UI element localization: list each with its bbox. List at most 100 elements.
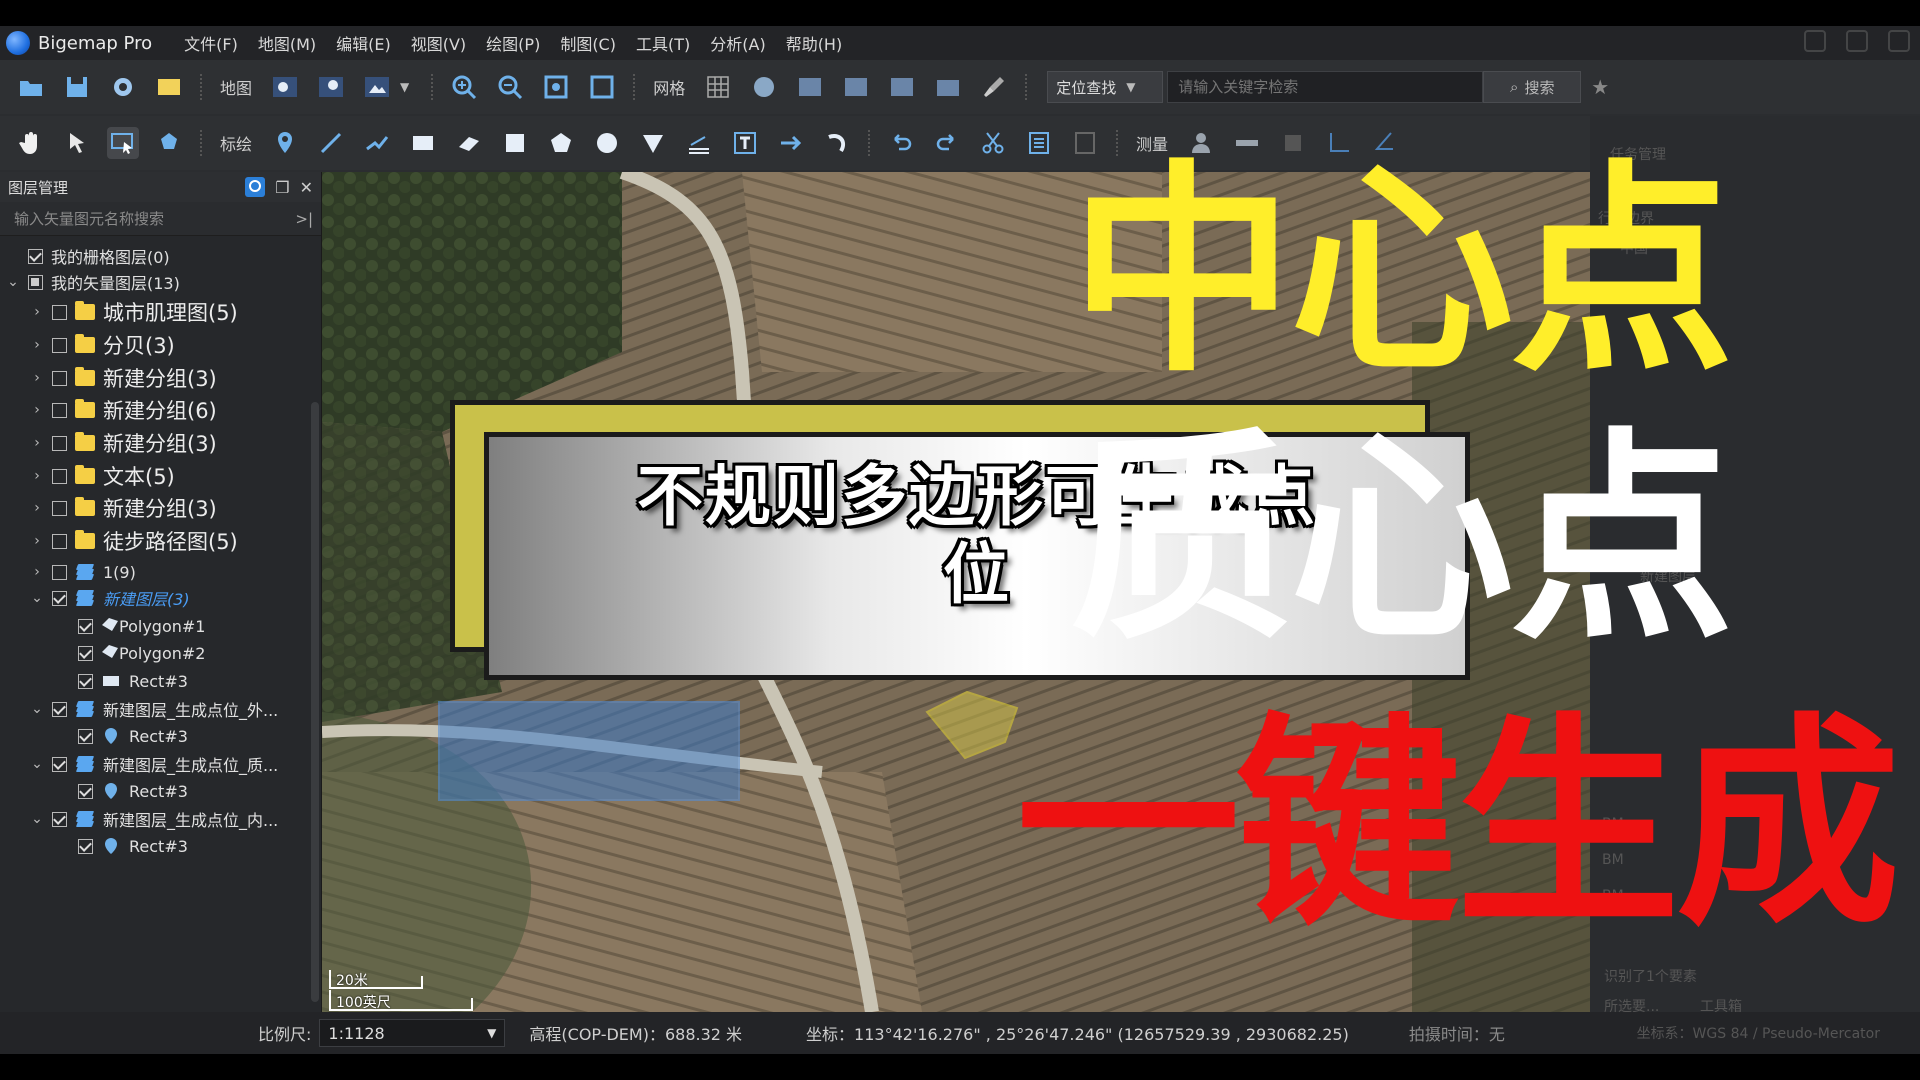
menu-draw[interactable]: 绘图(P): [476, 31, 550, 55]
layer-visibility-checkbox[interactable]: [52, 370, 67, 386]
draw-line-button[interactable]: [315, 127, 347, 159]
layer-tree-row[interactable]: › 新建分组(3): [30, 429, 217, 457]
draw-rect-button[interactable]: [407, 127, 439, 159]
cut-button[interactable]: [977, 127, 1009, 159]
layer-tree-row[interactable]: ⌄ 新建图层(3): [30, 584, 190, 612]
favorite-star-icon[interactable]: ★: [1591, 75, 1609, 99]
polygon-select-button[interactable]: [153, 127, 185, 159]
tile-button[interactable]: [932, 71, 964, 103]
layer-tree-row[interactable]: › 新建分组(6): [30, 396, 217, 424]
layer-tree-row[interactable]: ⌄ 新建图层_生成点位_外...: [30, 695, 278, 723]
chevron-right-icon[interactable]: ›: [30, 370, 44, 386]
draw-curve-button[interactable]: [821, 127, 853, 159]
menu-cartography[interactable]: 制图(C): [550, 31, 626, 55]
menu-edit[interactable]: 编辑(E): [326, 31, 401, 55]
minimize-button[interactable]: [1804, 30, 1826, 52]
layer-tree-row[interactable]: › 徒步路径图(5): [30, 527, 238, 555]
draw-arrow-button[interactable]: [453, 127, 485, 159]
layer-visibility-checkbox[interactable]: [52, 533, 67, 549]
close-button[interactable]: [1888, 30, 1910, 52]
chevron-down-icon[interactable]: ▼: [400, 80, 409, 94]
chevron-down-icon[interactable]: ⌄: [6, 274, 20, 290]
clear-button[interactable]: [978, 71, 1010, 103]
layer-tree-row[interactable]: Rect#3: [70, 832, 188, 860]
chevron-down-icon[interactable]: ⌄: [30, 590, 44, 606]
mgrs-grid-button[interactable]: [886, 71, 918, 103]
layer-visibility-checkbox[interactable]: [28, 248, 43, 264]
layer-visibility-checkbox[interactable]: [52, 304, 67, 320]
zoom-out-button[interactable]: [494, 71, 526, 103]
layer-tree-row[interactable]: Rect#3: [70, 722, 188, 750]
chevron-down-icon[interactable]: ⌄: [30, 701, 44, 717]
draw-measure-line-button[interactable]: [683, 127, 715, 159]
crs-readout[interactable]: 坐标系：WGS 84 / Pseudo-Mercator: [1637, 1023, 1880, 1043]
layer-visibility-checkbox[interactable]: [52, 811, 67, 827]
map-source-2-button[interactable]: [315, 71, 347, 103]
map-source-1-button[interactable]: [269, 71, 301, 103]
chevron-down-icon[interactable]: ⌄: [30, 811, 44, 827]
km-grid-button[interactable]: [794, 71, 826, 103]
menu-view[interactable]: 视图(V): [401, 31, 476, 55]
layer-visibility-checkbox[interactable]: [52, 590, 67, 606]
layer-tree-row[interactable]: › 文本(5): [30, 462, 175, 490]
layer-visibility-checkbox[interactable]: [52, 468, 67, 484]
menu-file[interactable]: 文件(F): [174, 31, 248, 55]
grid-button[interactable]: [702, 71, 734, 103]
layer-visibility-checkbox[interactable]: [52, 500, 67, 516]
layer-tree-row[interactable]: › 分贝(3): [30, 331, 175, 359]
settings-button[interactable]: [107, 71, 139, 103]
layer-tree-row[interactable]: › 新建分组(3): [30, 494, 217, 522]
draw-circle-button[interactable]: [591, 127, 623, 159]
layer-tree-row[interactable]: 我的栅格图层(0): [6, 242, 170, 270]
chevron-right-icon[interactable]: ›: [30, 500, 44, 516]
layer-tree-row[interactable]: ⌄ 我的矢量图层(13): [6, 268, 180, 296]
keyword-search-input[interactable]: [1167, 71, 1484, 103]
menu-analysis[interactable]: 分析(A): [700, 31, 775, 55]
map-source-3-button[interactable]: [361, 71, 393, 103]
draw-sector-button[interactable]: [637, 127, 669, 159]
layer-tree-row[interactable]: › 新建分组(3): [30, 364, 217, 392]
chevron-right-icon[interactable]: ›: [30, 468, 44, 484]
chevron-down-icon[interactable]: ⌄: [30, 756, 44, 772]
zoom-in-button[interactable]: [448, 71, 480, 103]
chevron-right-icon[interactable]: ›: [30, 402, 44, 418]
pan-button[interactable]: [15, 127, 47, 159]
layer-visibility-checkbox[interactable]: [52, 756, 67, 772]
close-icon[interactable]: ✕: [300, 178, 313, 197]
layer-visibility-checkbox[interactable]: [52, 435, 67, 451]
layer-visibility-checkbox[interactable]: [78, 618, 93, 634]
maximize-button[interactable]: [1846, 30, 1868, 52]
draw-point-button[interactable]: [269, 127, 301, 159]
layer-tree-row[interactable]: › 城市肌理图(5): [30, 298, 238, 326]
attribute-table-button[interactable]: [1023, 127, 1055, 159]
zoom-extent-button[interactable]: [540, 71, 572, 103]
layer-visibility-checkbox[interactable]: [52, 402, 67, 418]
open-folder-button[interactable]: [15, 71, 47, 103]
vector-search-box[interactable]: 输入矢量图元名称搜索 >|: [0, 202, 321, 236]
layer-tree-row[interactable]: Polygon#2: [70, 639, 205, 667]
layer-tree-scrollbar[interactable]: [311, 402, 319, 1002]
layer-tree-row[interactable]: Polygon#1: [70, 612, 205, 640]
locate-dropdown[interactable]: 定位查找 ▼: [1047, 71, 1164, 103]
collapse-arrow-icon[interactable]: >|: [295, 210, 313, 228]
layer-tree-row[interactable]: ⌄ 新建图层_生成点位_质...: [30, 750, 278, 778]
layer-visibility-checkbox[interactable]: [52, 337, 67, 353]
layer-tree-row[interactable]: Rect#3: [70, 667, 188, 695]
layer-search-icon[interactable]: [245, 177, 266, 197]
layer-visibility-checkbox[interactable]: [78, 645, 93, 661]
undo-button[interactable]: [885, 127, 917, 159]
draw-square-button[interactable]: [499, 127, 531, 159]
layer-tree-row[interactable]: Rect#3: [70, 777, 188, 805]
search-button[interactable]: ⌕ 搜索: [1483, 71, 1582, 103]
menu-map[interactable]: 地图(M): [248, 31, 326, 55]
layer-tree-row[interactable]: › 1(9): [30, 558, 136, 586]
fullscreen-button[interactable]: [586, 71, 618, 103]
draw-arrow-line-button[interactable]: [775, 127, 807, 159]
restore-window-icon[interactable]: ❐: [275, 178, 289, 197]
menu-tools[interactable]: 工具(T): [626, 31, 700, 55]
chevron-right-icon[interactable]: ›: [30, 304, 44, 320]
box-select-button[interactable]: [107, 127, 139, 159]
save-button[interactable]: [61, 71, 93, 103]
nm-grid-button[interactable]: [840, 71, 872, 103]
redo-button[interactable]: [931, 127, 963, 159]
